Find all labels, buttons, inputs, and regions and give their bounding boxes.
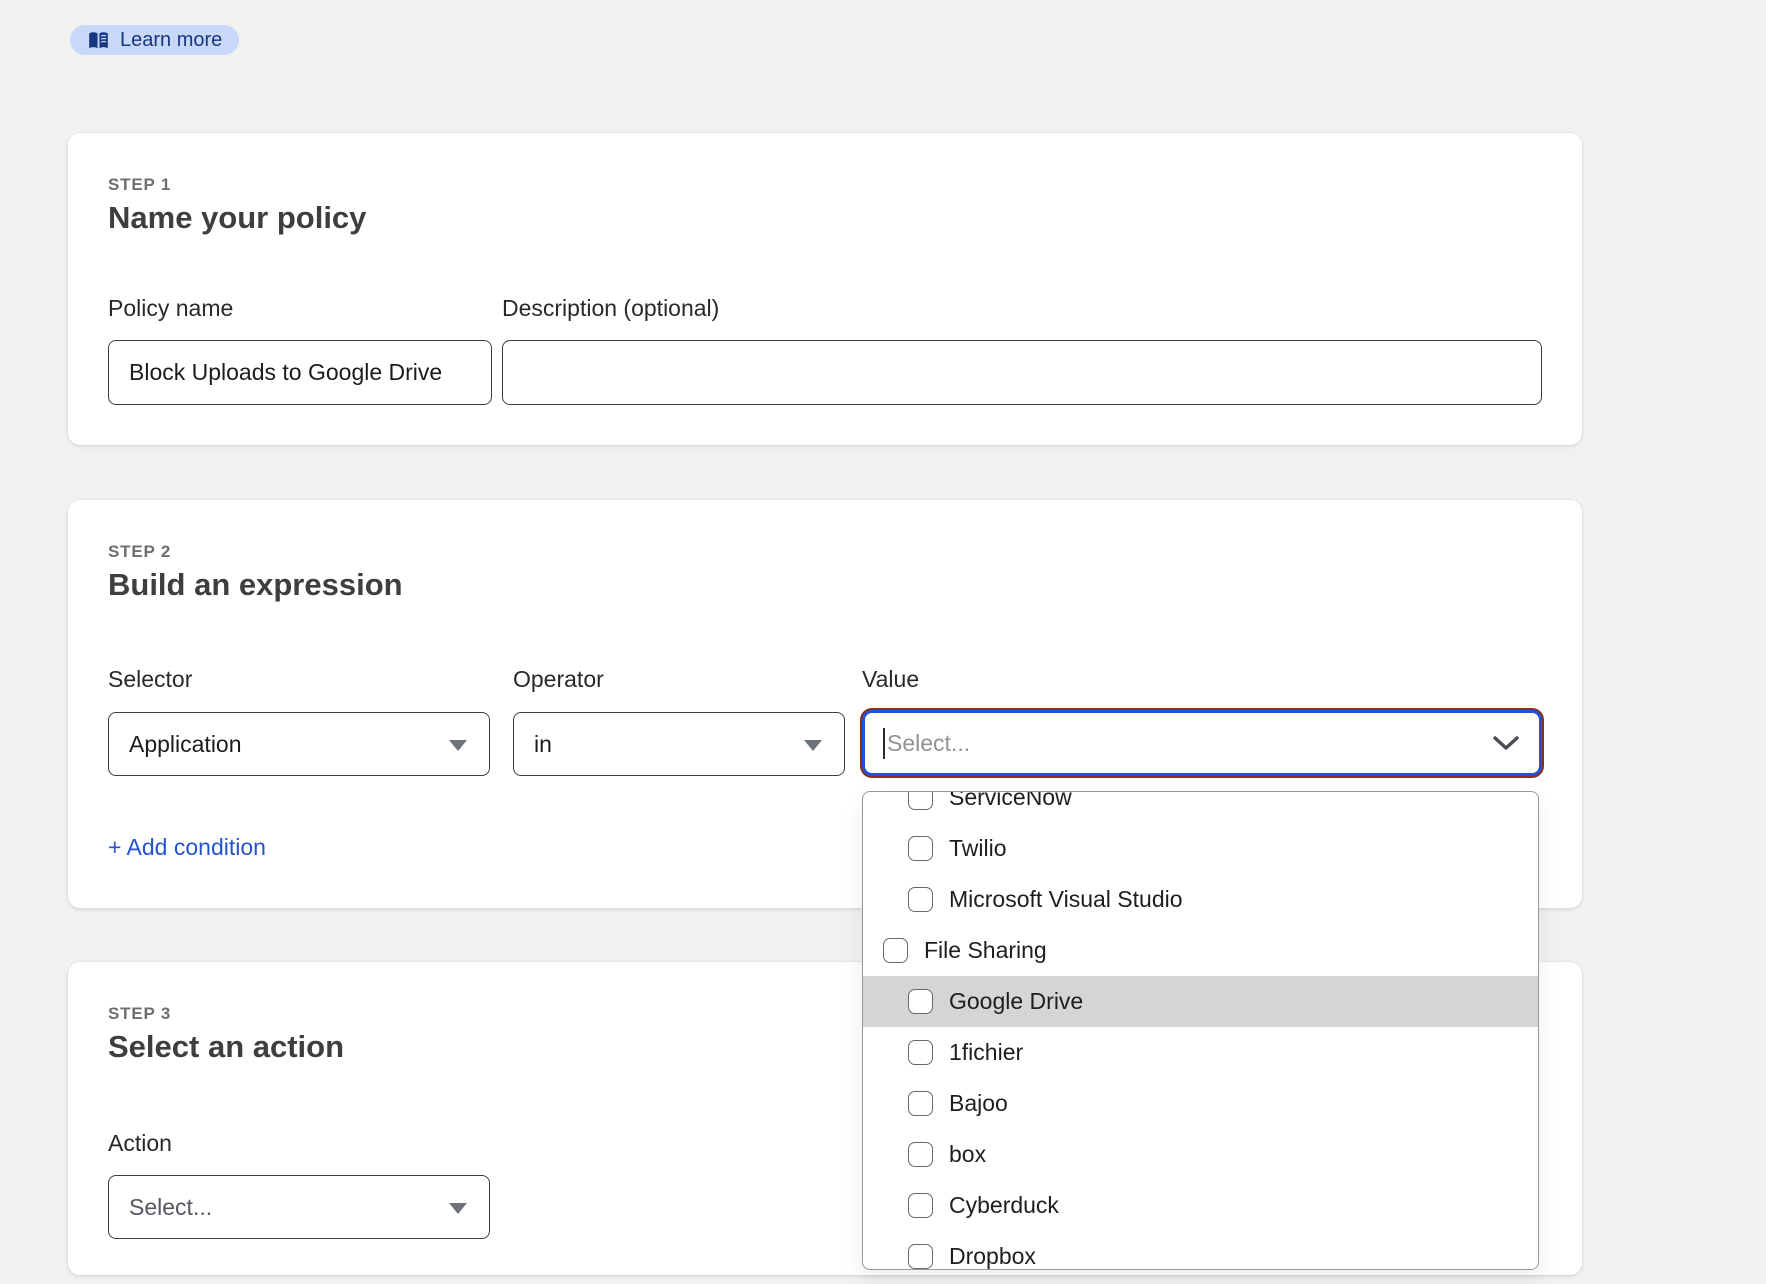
- option-checkbox[interactable]: [908, 1142, 933, 1167]
- value-combobox[interactable]: [862, 710, 1542, 776]
- option-checkbox[interactable]: [883, 938, 908, 963]
- dropdown-option[interactable]: Twilio: [863, 823, 1538, 874]
- dropdown-option[interactable]: ServiceNow: [863, 791, 1538, 823]
- book-icon: [87, 31, 110, 50]
- dropdown-option[interactable]: box: [863, 1129, 1538, 1180]
- option-label: Bajoo: [949, 1090, 1008, 1117]
- step1-title: Name your policy: [108, 197, 366, 239]
- description-input[interactable]: [502, 340, 1542, 405]
- policy-name-label: Policy name: [108, 295, 233, 322]
- step1-eyebrow: STEP 1: [108, 175, 171, 195]
- dropdown-option[interactable]: Microsoft Visual Studio: [863, 874, 1538, 925]
- option-checkbox[interactable]: [908, 887, 933, 912]
- dropdown-option[interactable]: Google Drive: [863, 976, 1538, 1027]
- policy-name-input[interactable]: [108, 340, 492, 405]
- dropdown-option[interactable]: Cyberduck: [863, 1180, 1538, 1231]
- caret-down-icon: [449, 1203, 467, 1214]
- text-cursor: [883, 728, 885, 759]
- step3-title: Select an action: [108, 1026, 344, 1068]
- option-label: Dropbox: [949, 1243, 1036, 1270]
- option-checkbox[interactable]: [908, 989, 933, 1014]
- option-label: box: [949, 1141, 986, 1168]
- action-label: Action: [108, 1130, 172, 1157]
- step2-title: Build an expression: [108, 564, 403, 606]
- dropdown-option[interactable]: File Sharing: [863, 925, 1538, 976]
- caret-down-icon: [449, 740, 467, 751]
- caret-down-icon: [804, 740, 822, 751]
- description-label: Description (optional): [502, 295, 719, 322]
- step3-eyebrow: STEP 3: [108, 1004, 171, 1024]
- option-label: Google Drive: [949, 988, 1083, 1015]
- selector-select[interactable]: Application: [108, 712, 490, 776]
- operator-label: Operator: [513, 666, 604, 693]
- learn-more-button[interactable]: Learn more: [70, 25, 239, 55]
- selector-label: Selector: [108, 666, 192, 693]
- action-select[interactable]: Select...: [108, 1175, 490, 1239]
- option-label: Cyberduck: [949, 1192, 1059, 1219]
- option-checkbox[interactable]: [908, 1091, 933, 1116]
- selector-select-value: Application: [129, 731, 242, 758]
- dropdown-option[interactable]: Dropbox: [863, 1231, 1538, 1270]
- policy-builder-screen: Learn more STEP 1 Name your policy Polic…: [0, 0, 1766, 1284]
- value-dropdown-menu: ServiceNow Twilio Microsoft Visual Studi…: [862, 791, 1539, 1270]
- option-label: File Sharing: [924, 937, 1047, 964]
- learn-more-label: Learn more: [120, 29, 222, 52]
- dropdown-option[interactable]: 1fichier: [863, 1027, 1538, 1078]
- option-checkbox[interactable]: [908, 791, 933, 810]
- option-label: ServiceNow: [949, 791, 1072, 811]
- dropdown-option[interactable]: Bajoo: [863, 1078, 1538, 1129]
- option-label: Twilio: [949, 835, 1007, 862]
- option-checkbox[interactable]: [908, 1040, 933, 1065]
- chevron-down-icon: [1493, 735, 1519, 756]
- option-checkbox[interactable]: [908, 836, 933, 861]
- operator-select[interactable]: in: [513, 712, 845, 776]
- option-checkbox[interactable]: [908, 1244, 933, 1269]
- step1-card: STEP 1 Name your policy Policy name Desc…: [68, 133, 1582, 445]
- add-condition-link[interactable]: + Add condition: [108, 834, 266, 861]
- action-select-placeholder: Select...: [129, 1194, 212, 1221]
- option-label: 1fichier: [949, 1039, 1023, 1066]
- value-label: Value: [862, 666, 919, 693]
- operator-select-value: in: [534, 731, 552, 758]
- step2-eyebrow: STEP 2: [108, 542, 171, 562]
- option-checkbox[interactable]: [908, 1193, 933, 1218]
- value-input[interactable]: [865, 713, 1539, 773]
- option-label: Microsoft Visual Studio: [949, 886, 1183, 913]
